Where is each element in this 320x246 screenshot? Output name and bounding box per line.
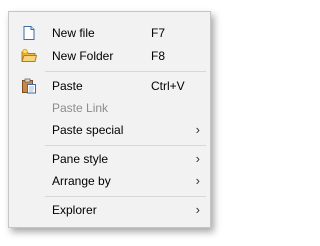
menu-item-label: Explorer: [52, 203, 97, 217]
context-menu: New file F7 New Folder F8 Paste Ctrl+V P…: [8, 11, 211, 228]
shortcut-text: F7: [151, 26, 166, 40]
menu-item-label: Arrange by: [52, 174, 111, 188]
menu-item-label: Pane style: [52, 152, 109, 166]
menu-separator: [45, 145, 206, 146]
new-file-icon: [21, 25, 37, 41]
menu-item-arrange-by[interactable]: Arrange by ›: [11, 170, 208, 192]
menu-item-paste[interactable]: Paste Ctrl+V: [11, 75, 208, 97]
shortcut-text: F8: [151, 49, 166, 63]
menu-item-explorer[interactable]: Explorer ›: [11, 199, 208, 221]
menu-item-paste-link: Paste Link: [11, 97, 208, 119]
menu-separator: [45, 71, 206, 72]
menu-item-label: Paste Link: [52, 101, 109, 115]
chevron-right-icon: ›: [195, 151, 200, 166]
menu-item-label: Paste special: [52, 123, 124, 137]
menu-separator: [45, 196, 206, 197]
menu-item-paste-special[interactable]: Paste special ›: [11, 119, 208, 141]
shortcut-text: Ctrl+V: [151, 79, 185, 93]
paste-icon: [21, 78, 37, 94]
menu-item-label: New file: [52, 26, 95, 40]
menu-item-pane-style[interactable]: Pane style ›: [11, 148, 208, 170]
chevron-right-icon: ›: [195, 122, 200, 137]
chevron-right-icon: ›: [195, 202, 200, 217]
new-folder-icon: [21, 48, 38, 64]
menu-item-label: Paste: [52, 79, 83, 93]
menu-item-new-folder[interactable]: New Folder F8: [11, 45, 208, 67]
menu-item-new-file[interactable]: New file F7: [11, 22, 208, 44]
menu-item-label: New Folder: [52, 49, 114, 63]
chevron-right-icon: ›: [195, 173, 200, 188]
